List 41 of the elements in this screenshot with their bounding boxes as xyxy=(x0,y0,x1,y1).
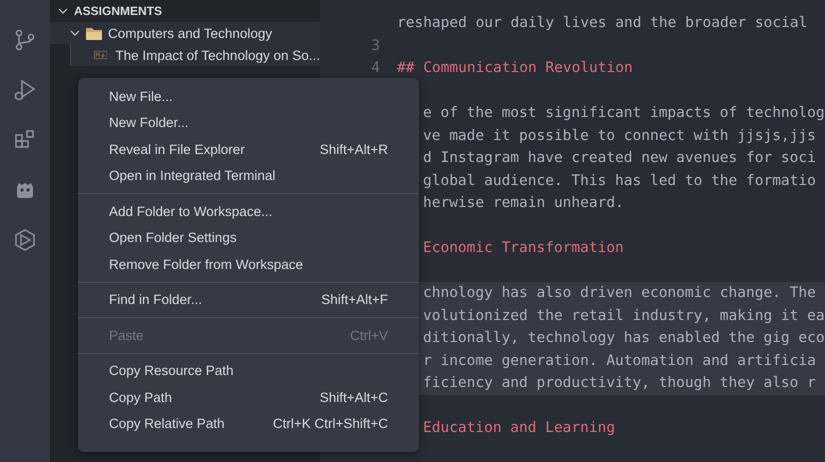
section-title[interactable]: ASSIGNMENTS xyxy=(74,4,162,18)
code-line: global audience. This has led to the formatio xyxy=(423,172,816,189)
code-line: e of the most significant impacts of technolog xyxy=(423,105,825,122)
run-debug-icon[interactable] xyxy=(13,78,37,102)
markdown-heading: ## Communication Revolution xyxy=(397,60,633,76)
code-line: ve made it possible to connect with jjsjs,jjs xyxy=(423,128,816,144)
shortcut-text: Shift+Alt+R xyxy=(320,142,388,157)
markdown-icon xyxy=(94,50,108,60)
code-line: herwise remain unheard. xyxy=(423,195,624,212)
menu-item[interactable]: Copy Relative Path Ctrl+K Ctrl+Shift+C xyxy=(78,410,419,437)
folder-icon xyxy=(86,26,102,40)
code-line: volutionized the retail industry, making it ea xyxy=(423,308,825,324)
shortcut-text: Ctrl+V xyxy=(350,328,388,343)
menu-item[interactable]: Find in Folder... Shift+Alt+F xyxy=(78,286,419,313)
menu-item[interactable]: New File... xyxy=(78,83,419,110)
shortcut-text: Ctrl+K Ctrl+Shift+C xyxy=(272,416,388,432)
file-item[interactable]: The Impact of Technology on So... xyxy=(70,44,320,66)
markdown-heading: Economic Transformation xyxy=(423,240,624,256)
menu-item[interactable]: Open in Integrated Terminal xyxy=(78,162,419,189)
line-number: 3 xyxy=(371,38,380,54)
code-line: r income generation. Automation and artificia xyxy=(423,352,816,369)
code-line: ditionally, technology has enabled the gig eco xyxy=(423,330,825,346)
shortcut-text: Shift+Alt+C xyxy=(320,390,388,405)
folder-item[interactable]: Computers and Technology xyxy=(50,22,320,44)
code-line: ficiency and productivity, though they also r xyxy=(423,375,816,392)
menu-item[interactable]: Remove Folder from Workspace xyxy=(78,251,419,278)
menu-item[interactable]: Open Folder Settings xyxy=(78,224,419,251)
menu-item[interactable]: Copy Path Shift+Alt+C xyxy=(78,384,419,410)
markdown-heading: Education and Learning xyxy=(423,420,616,436)
menu-item[interactable]: New Folder... xyxy=(78,110,419,136)
menu-item[interactable]: Reveal in File Explorer Shift+Alt+R xyxy=(78,136,419,162)
source-control-icon[interactable] xyxy=(13,28,37,52)
hexagon-play-icon[interactable] xyxy=(13,228,37,252)
shortcut-text: Shift+Alt+F xyxy=(321,292,388,308)
line-number: 4 xyxy=(371,60,380,76)
code-line: d Instagram have created new avenues for soci xyxy=(423,150,816,166)
menu-item[interactable]: Add Folder to Workspace... xyxy=(78,198,419,224)
menu-item[interactable]: Copy Resource Path xyxy=(78,358,419,384)
code-line: chnology has also driven economic change. The xyxy=(423,285,816,302)
chevron-down-icon[interactable] xyxy=(58,6,68,16)
code-line: reshaped our daily lives and the broader social xyxy=(397,15,808,32)
